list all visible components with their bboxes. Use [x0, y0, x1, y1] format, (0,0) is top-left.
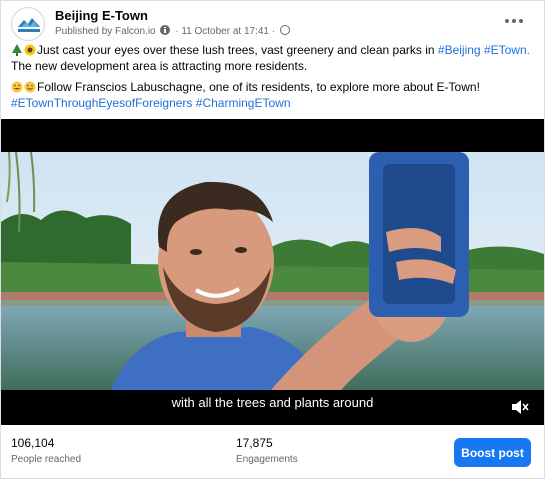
etown-logo-icon: [18, 18, 40, 32]
caption-line-4: #ETownThroughEyesofForeigners #CharmingE…: [11, 96, 536, 112]
more-dot: [519, 19, 523, 23]
engagements-value: 17,875: [236, 436, 273, 450]
page-name[interactable]: Beijing E-Town: [55, 8, 148, 23]
caption-line-3: Follow Franscios Labuschagne, one of its…: [11, 80, 536, 96]
post-date[interactable]: 11 October at 17:41: [181, 26, 269, 37]
people-reached-value: 106,104: [11, 436, 55, 450]
caption-line-1: Just cast your eyes over these lush tree…: [11, 43, 536, 59]
post-card: Beijing E-Town Published by Falcon.io · …: [0, 0, 545, 479]
video-frame: [1, 152, 544, 390]
page-avatar[interactable]: [11, 7, 45, 41]
sunflower-emoji-icon: [24, 44, 36, 56]
engagements-stat[interactable]: 17,875 Engagements: [236, 436, 298, 465]
tree-emoji-icon: [12, 44, 22, 56]
more-dot: [512, 19, 516, 23]
engagements-label: Engagements: [236, 454, 298, 465]
people-reached-stat[interactable]: 106,104 People reached: [11, 436, 81, 465]
globe-icon: [279, 25, 290, 35]
boost-post-button[interactable]: Boost post: [454, 438, 531, 467]
video-still: [1, 152, 544, 390]
post-insights: 106,104 People reached 17,875 Engagement…: [1, 425, 544, 479]
hashtag-beijing[interactable]: #Beijing: [438, 43, 481, 57]
info-icon[interactable]: [160, 25, 171, 35]
people-reached-label: People reached: [11, 454, 82, 465]
post-caption: Just cast your eyes over these lush tree…: [11, 43, 536, 111]
more-options-button[interactable]: [504, 15, 524, 27]
caption-text-3: Follow Franscios Labuschagne, one of its…: [37, 80, 480, 94]
post-header: Beijing E-Town Published by Falcon.io · …: [11, 7, 534, 41]
meta-separator-2: ·: [271, 26, 276, 37]
caption-text-1: Just cast your eyes over these lush tree…: [37, 43, 435, 57]
more-dot: [505, 19, 509, 23]
hashtag-etown[interactable]: #ETown.: [484, 43, 530, 57]
video-player[interactable]: with all the trees and plants around: [1, 119, 544, 425]
speaker-muted-icon[interactable]: [511, 399, 529, 415]
hashtag-etown-through-eyes[interactable]: #ETownThroughEyesofForeigners: [11, 96, 192, 110]
grinning-sweat-emoji-icon: [11, 81, 23, 93]
video-subtitle: with all the trees and plants around: [171, 395, 374, 410]
meta-separator: ·: [175, 26, 179, 37]
published-by[interactable]: Published by Falcon.io: [55, 26, 156, 37]
post-meta: Published by Falcon.io · 11 October at 1…: [55, 25, 290, 37]
smile-emoji-icon: [24, 81, 36, 93]
caption-line-2: The new development area is attracting m…: [11, 58, 308, 73]
hashtag-charming-etown[interactable]: #CharmingETown: [196, 96, 291, 110]
